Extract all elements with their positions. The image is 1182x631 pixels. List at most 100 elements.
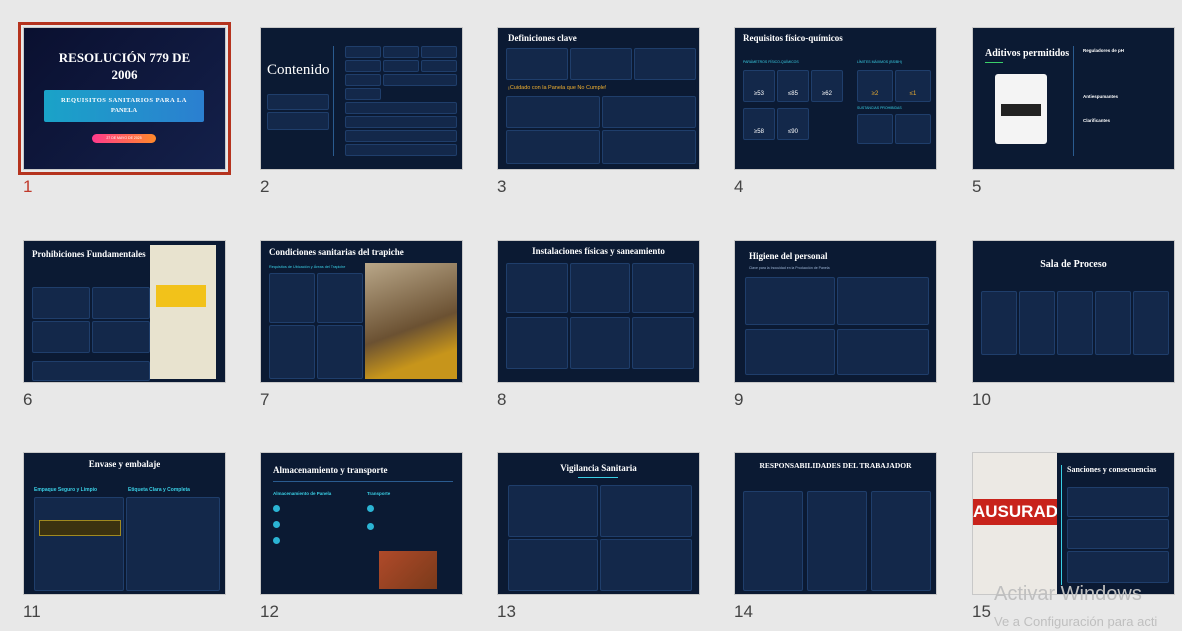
slide-6-title: Prohibiciones Fundamentales (32, 249, 146, 259)
slide-8-card (506, 263, 568, 313)
slide-14-title: RESPONSABILIDADES DEL TRABAJADOR (759, 461, 912, 470)
slide-5-accent-line (985, 62, 1003, 63)
slide-10-card (981, 291, 1017, 355)
slide-10-preview[interactable]: Sala de Proceso (972, 240, 1175, 383)
slide-11-preview[interactable]: Envase y embalaje Empaque Seguro y Limpi… (23, 452, 226, 595)
slide-2-item (421, 46, 457, 58)
slide-10-card (1057, 291, 1093, 355)
slide-14-card (871, 491, 931, 591)
slide-number-2: 2 (260, 177, 270, 196)
slide-6-card (92, 287, 150, 319)
slide-2-preview[interactable]: Contenido (260, 27, 463, 170)
slide-4-value: ≥58 (754, 129, 764, 135)
slide-15-closed-sign: AUSURADO (973, 499, 1057, 525)
slide-9-card (745, 277, 835, 325)
slide-13-title: Vigilancia Sanitaria (560, 463, 637, 473)
slide-number-14: 14 (734, 602, 753, 621)
slide-8-card (570, 263, 630, 313)
slide-4-stat-card: ≤85 (777, 70, 809, 102)
slide-3-title: Definiciones clave (508, 33, 577, 43)
slide-13-preview[interactable]: Vigilancia Sanitaria (497, 452, 700, 595)
slide-7-card (269, 325, 315, 379)
slide-4-value: ≥62 (822, 91, 832, 97)
slide-15-title: Sanciones y consecuencias (1067, 465, 1157, 474)
slide-12-photo (379, 551, 437, 589)
slide-2-item (345, 116, 457, 128)
slide-2-note (267, 112, 329, 130)
slide-number-15: 15 (972, 602, 991, 621)
slide-8-card (570, 317, 630, 369)
slide-12-bullet-icon (367, 523, 374, 530)
slide-3-card (602, 130, 696, 164)
slide-2-item (345, 74, 381, 86)
slide-3-card (634, 48, 696, 80)
slide-2-title: Contenido (267, 62, 330, 78)
slide-9-card (745, 329, 835, 375)
slide-7-preview[interactable]: Condiciones sanitarias del trapiche Requ… (260, 240, 463, 383)
slide-4-title: Requisitos físico-químicos (743, 33, 843, 43)
slide-sorter-grid: RESOLUCIÓN 779 DE 2006 REQUISITOS SANITA… (0, 0, 1182, 631)
slide-5-divider (1073, 46, 1074, 156)
slide-2-item (345, 102, 457, 114)
slide-6-photo-label (156, 285, 206, 307)
slide-number-5: 5 (972, 177, 982, 196)
slide-6-preview[interactable]: Prohibiciones Fundamentales (23, 240, 226, 383)
slide-4-preview[interactable]: Requisitos físico-químicos PARÁMETROS FÍ… (734, 27, 937, 170)
slide-3-card (602, 96, 696, 128)
slide-number-13: 13 (497, 602, 516, 621)
slide-8-title: Instalaciones físicas y saneamiento (532, 246, 665, 256)
slide-3-preview[interactable]: Definiciones clave ¡Cuidado con la Panel… (497, 27, 700, 170)
slide-number-12: 12 (260, 602, 279, 621)
slide-5-product-label (1001, 104, 1041, 116)
slide-15-card (1067, 551, 1169, 583)
slide-4-section-1: PARÁMETROS FÍSICO-QUÍMICOS (743, 60, 799, 64)
slide-13-card (508, 485, 598, 537)
slide-10-card (1133, 291, 1169, 355)
slide-15-preview[interactable]: AUSURADO Sanciones y consecuencias (972, 452, 1175, 595)
slide-8-card (506, 317, 568, 369)
slide-12-bullet-icon (367, 505, 374, 512)
slide-7-photo (365, 263, 457, 379)
slide-9-preview[interactable]: Higiene del personal Clave para la Inocu… (734, 240, 937, 383)
slide-9-card (837, 277, 929, 325)
slide-13-card (508, 539, 598, 591)
slide-13-underline (578, 477, 618, 478)
windows-activation-watermark: Activar Windows (994, 583, 1142, 605)
slide-7-card (269, 273, 315, 323)
slide-4-value: ≥2 (871, 91, 879, 97)
slide-4-stat-card: ≥62 (811, 70, 843, 102)
slide-number-4: 4 (734, 177, 744, 196)
slide-number-6: 6 (23, 390, 33, 409)
slide-4-prohibited-card (895, 114, 931, 144)
slide-6-card (92, 321, 150, 353)
slide-1-title: RESOLUCIÓN 779 DE (58, 50, 191, 65)
slide-8-preview[interactable]: Instalaciones físicas y saneamiento (497, 240, 700, 383)
slide-3-card (506, 96, 600, 128)
slide-3-alert: ¡Cuidado con la Panela que No Cumple! (508, 85, 607, 91)
slide-2-item (345, 46, 381, 58)
slide-2-note (267, 94, 329, 110)
slide-2-item (421, 60, 457, 72)
slide-12-bullet-icon (273, 537, 280, 544)
slide-5-preview[interactable]: Aditivos permitidos Reguladores de pH An… (972, 27, 1175, 170)
slide-3-card (506, 130, 600, 164)
slide-2-item (345, 130, 457, 142)
slide-number-1: 1 (23, 177, 33, 196)
slide-10-title: Sala de Proceso (1040, 259, 1107, 270)
slide-12-underline (273, 481, 453, 482)
slide-5-item-1: Reguladores de pH (1083, 48, 1125, 53)
slide-2-item (383, 74, 457, 86)
slide-15-divider (1061, 465, 1062, 585)
slide-1-preview[interactable]: RESOLUCIÓN 779 DE 2006 REQUISITOS SANITA… (18, 22, 231, 175)
slide-8-card (632, 263, 694, 313)
slide-6-card (32, 321, 90, 353)
slide-14-preview[interactable]: RESPONSABILIDADES DEL TRABAJADOR (734, 452, 937, 595)
slide-12-preview[interactable]: Almacenamiento y transporte Almacenamien… (260, 452, 463, 595)
slide-4-stat-card: ≥53 (743, 70, 775, 102)
slide-15-card (1067, 519, 1169, 549)
slide-12-title: Almacenamiento y transporte (273, 465, 388, 475)
slide-11-panel (126, 497, 220, 591)
slide-1-date: 27 DE MAYO DE 2025 (106, 136, 142, 140)
slide-3-card (506, 48, 568, 80)
slide-7-subtitle: Requisitos de Ubicación y Áreas del Trap… (269, 265, 346, 269)
